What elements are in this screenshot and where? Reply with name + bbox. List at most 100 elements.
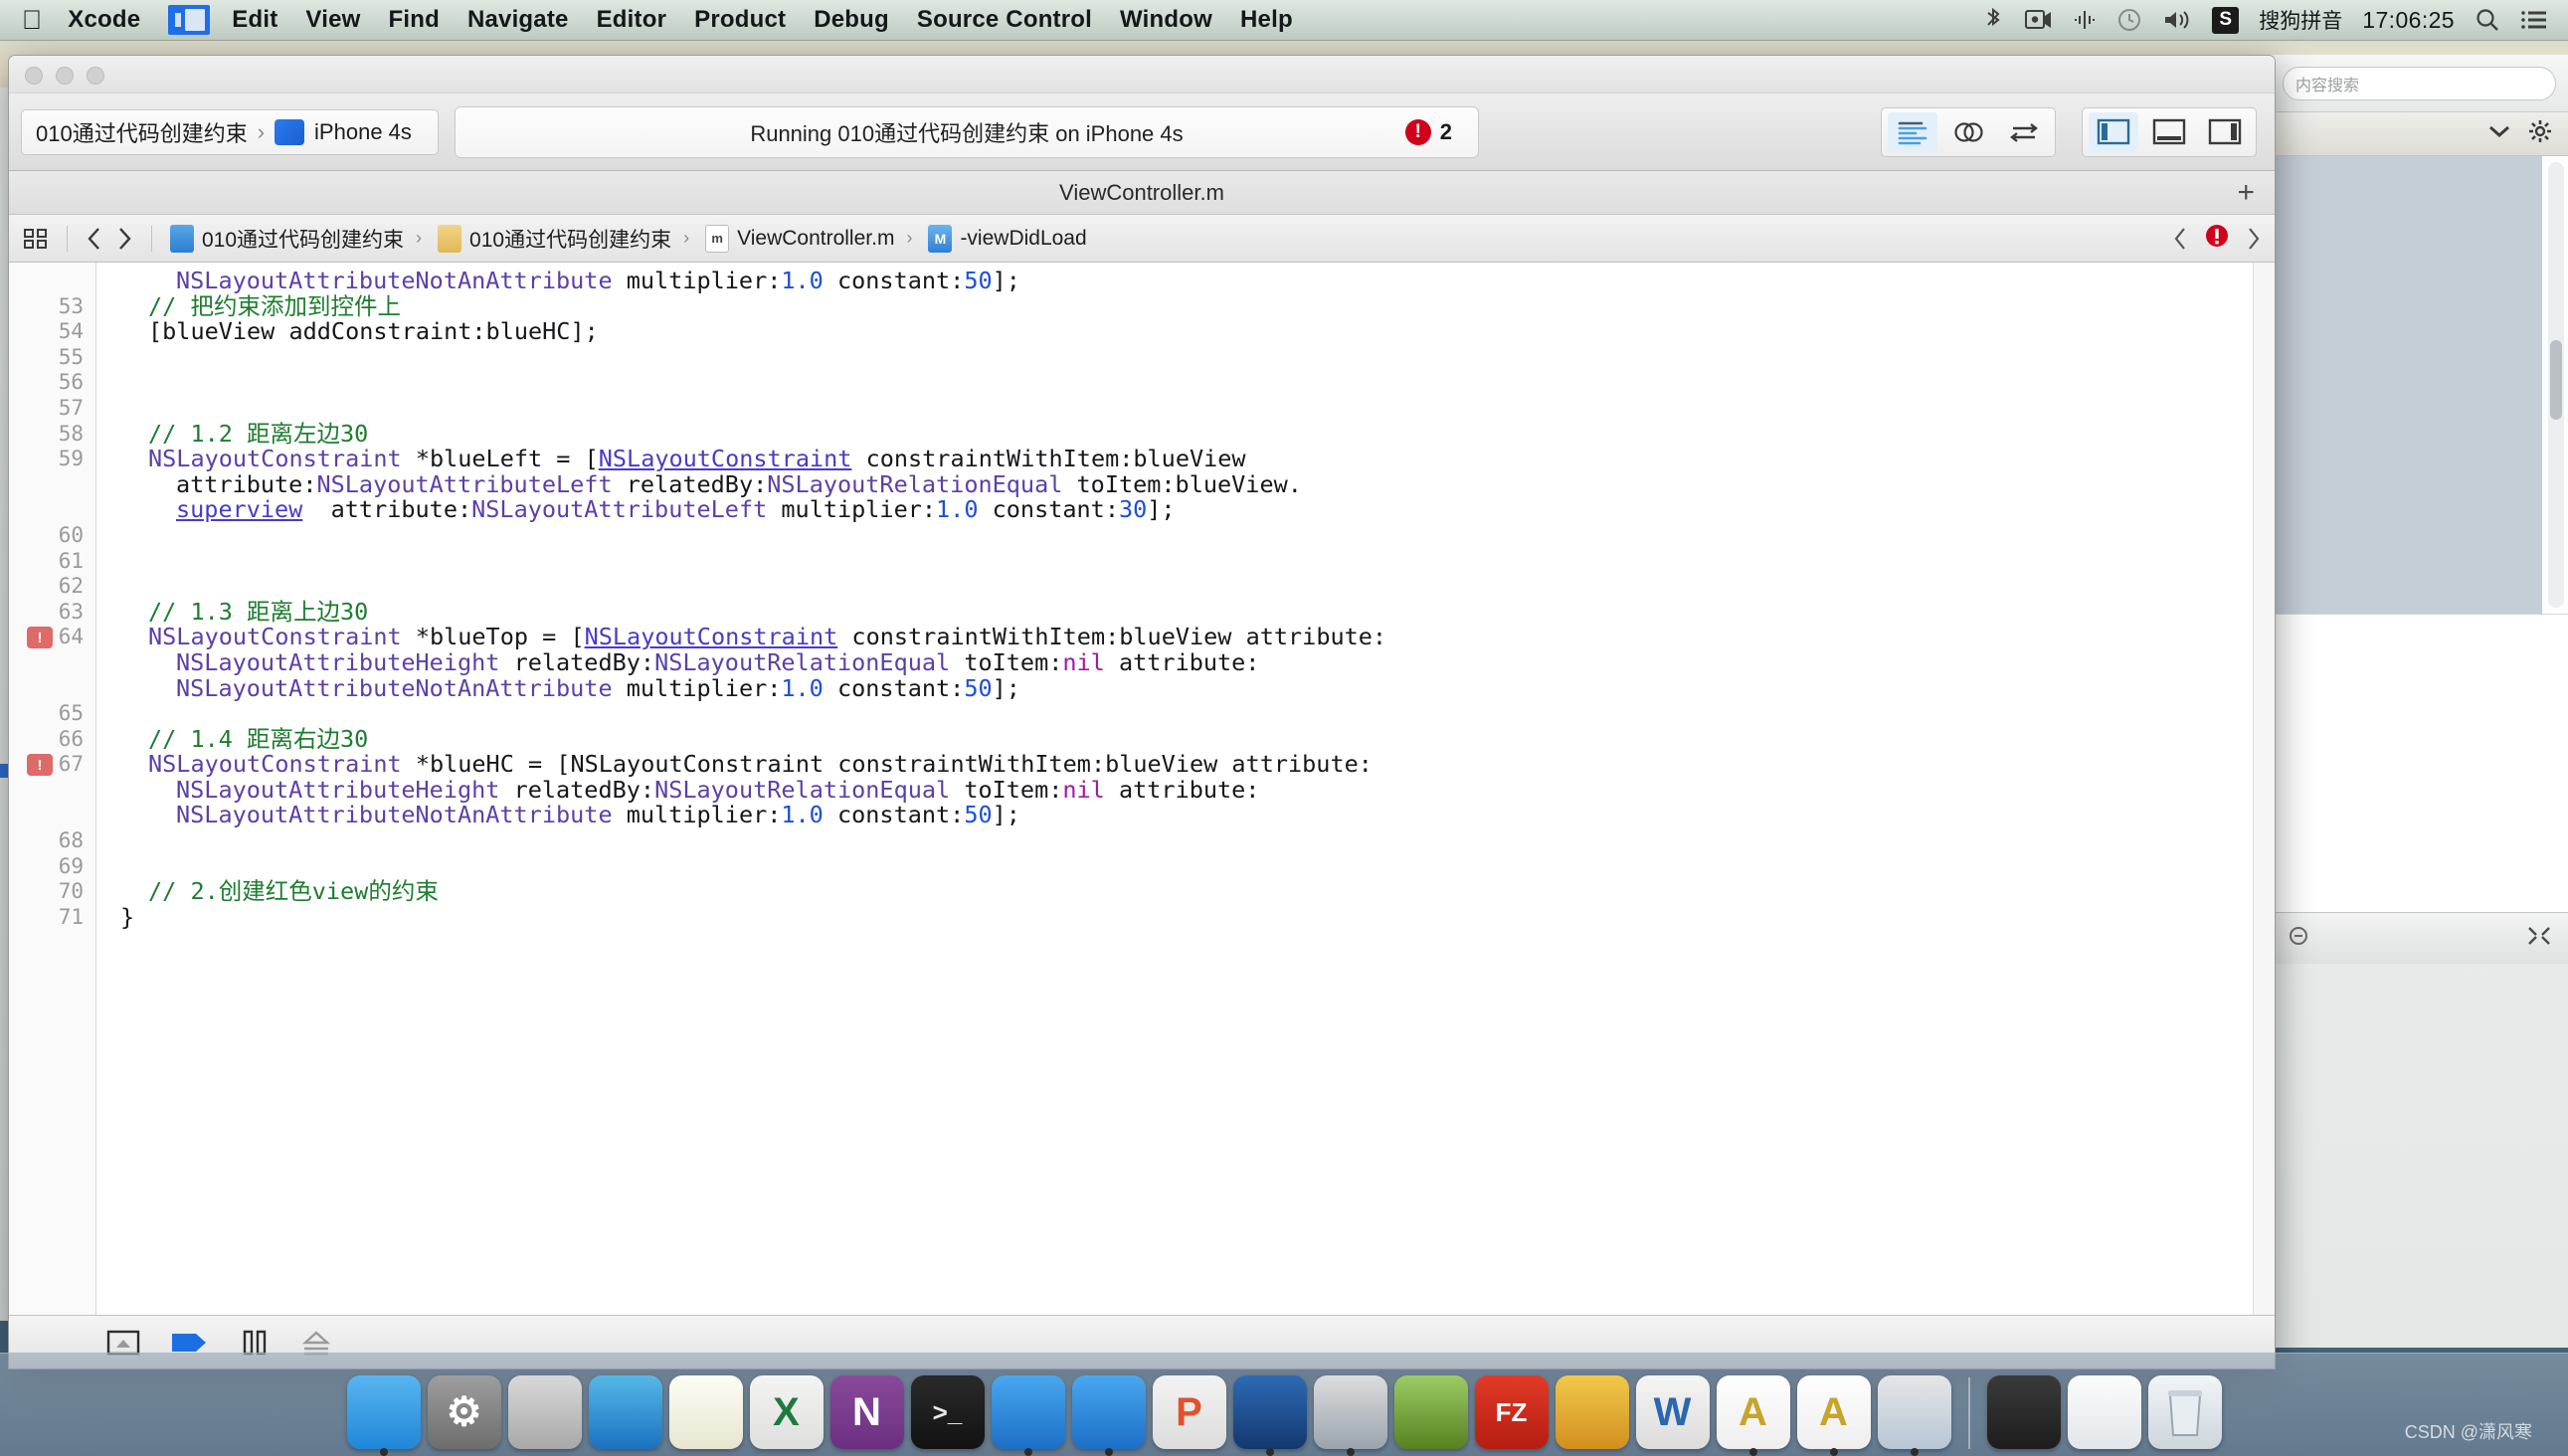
dock-item-font-book-2[interactable]: A (1796, 1375, 1871, 1456)
menu-item-debug[interactable]: Debug (814, 6, 889, 34)
scheme-selector[interactable]: 010通过代码创建约束 › iPhone 4s (21, 108, 439, 155)
dock-item-safari[interactable] (588, 1375, 662, 1449)
background-window[interactable]: 内容搜索 (2270, 55, 2568, 1348)
menu-item-xcode[interactable]: Xcode (68, 6, 140, 34)
dock-item-pdf-reader[interactable]: P (1152, 1375, 1226, 1449)
standard-editor-icon[interactable] (1888, 111, 1937, 152)
previous-issue-button[interactable] (2173, 227, 2189, 251)
minimize-button[interactable] (56, 67, 74, 85)
next-issue-button[interactable] (2245, 227, 2261, 251)
dock-item-photo-viewer[interactable] (1393, 1375, 1468, 1449)
debug-area-toggle-icon[interactable] (2144, 112, 2194, 152)
issue-error-icon[interactable] (2203, 222, 2231, 256)
close-button[interactable] (25, 67, 43, 85)
xcode-app-icon[interactable] (168, 5, 211, 35)
menu-item-product[interactable]: Product (694, 6, 786, 34)
menu-item-navigate[interactable]: Navigate (467, 6, 569, 34)
zoom-button[interactable] (87, 67, 104, 85)
source-editor[interactable]: 53 54 55 56 57 58 59 60 61 62 63 64! 65 66 67! 68 69 70 71… (9, 263, 2275, 1315)
dock-item-glyph: P (1176, 1389, 1202, 1434)
dock-item-xcode[interactable] (991, 1375, 1065, 1456)
apple-menu-icon[interactable]:  (22, 6, 42, 34)
related-items-icon[interactable] (23, 227, 49, 251)
dock-item-video-converter[interactable] (1313, 1375, 1387, 1456)
dock-item-finder[interactable] (346, 1375, 421, 1456)
menu-item-help[interactable]: Help (1240, 6, 1293, 34)
dock-item-documents-stack[interactable] (2067, 1375, 2141, 1449)
breadcrumb-file[interactable]: m ViewController.m › (705, 224, 916, 253)
expand-icon[interactable] (2526, 925, 2552, 953)
divider (151, 225, 152, 252)
minus-icon[interactable] (2287, 924, 2310, 954)
menu-clock[interactable]: 17:06:25 (2362, 7, 2455, 34)
menu-item-window[interactable]: Window (1120, 6, 1212, 34)
airdrop-icon[interactable] (2073, 8, 2097, 32)
editor-right-rail[interactable] (2253, 263, 2275, 1315)
code-line: // 1.3 距离上边30 (96, 599, 2253, 626)
dock-item-microsoft-excel[interactable]: X (749, 1375, 824, 1449)
toolbar-right-controls (1881, 106, 2257, 157)
macos-dock: ⚙ X N >_ P FZ W A A (0, 1353, 2568, 1456)
input-method-badge[interactable]: S (2212, 6, 2240, 34)
chevron-right-icon: › (906, 228, 913, 248)
line-number: 58 (58, 421, 84, 446)
breadcrumb-method[interactable]: M -viewDidLoad (928, 224, 1087, 253)
utilities-toggle-icon[interactable] (2200, 112, 2250, 152)
error-marker[interactable]: ! (27, 627, 53, 649)
line-number: 68 (58, 828, 84, 853)
breadcrumb-project[interactable]: 010通过代码创建约束 › (170, 224, 426, 254)
dock-item-launchpad[interactable] (507, 1375, 582, 1449)
menu-item-find[interactable]: Find (388, 6, 439, 34)
search-icon[interactable] (2475, 7, 2500, 33)
issue-badge[interactable]: ! 2 (1404, 118, 1452, 145)
destination-name[interactable]: iPhone 4s (314, 119, 412, 145)
code-token: NSLayoutRelationEqual (654, 647, 951, 676)
dock-item-filezilla[interactable]: FZ (1474, 1375, 1549, 1449)
volume-icon[interactable] (2162, 8, 2192, 32)
dock-item-font-book[interactable]: A (1716, 1375, 1790, 1456)
list-menu-icon[interactable] (2520, 8, 2548, 32)
screen-record-icon[interactable] (2025, 9, 2053, 31)
input-method-label[interactable]: 搜狗拼音 (2259, 5, 2342, 35)
menu-item-editor[interactable]: Editor (597, 6, 667, 34)
dock-item-glyph: A (1739, 1389, 1767, 1434)
menu-item-view[interactable]: View (305, 6, 360, 34)
error-marker[interactable]: ! (27, 754, 53, 777)
back-button[interactable] (86, 226, 103, 252)
scheme-name[interactable]: 010通过代码创建约束 (36, 116, 248, 148)
code-text-area[interactable]: NSLayoutAttributeNotAnAttribute multipli… (96, 263, 2253, 1315)
code-token: } (120, 902, 135, 931)
add-editor-button[interactable]: + (2237, 177, 2255, 208)
dock-item-xcode-beta[interactable] (1071, 1375, 1146, 1456)
dock-item-terminal[interactable]: >_ (910, 1375, 985, 1449)
menu-item-edit[interactable]: Edit (232, 6, 277, 34)
background-window-scrollbar[interactable] (2548, 162, 2564, 608)
version-editor-icon[interactable] (1999, 112, 2049, 152)
dock-item-notes[interactable] (668, 1375, 743, 1449)
folder-icon (438, 224, 462, 253)
dock-item-preview[interactable] (1877, 1375, 1951, 1456)
breadcrumb-folder[interactable]: 010通过代码创建约束 › (438, 224, 693, 254)
assistant-editor-icon[interactable] (1943, 112, 1993, 152)
menu-item-source-control[interactable]: Source Control (917, 6, 1092, 34)
dock-item-downloads-stack[interactable] (1986, 1375, 2061, 1449)
dock-item-glyph: ⚙ (446, 1390, 482, 1434)
breadcrumb-label: 010通过代码创建约束 (202, 228, 405, 252)
code-token: constraintWithItem:blueView (851, 445, 1246, 473)
gear-icon[interactable] (2528, 119, 2552, 149)
background-search-input[interactable]: 内容搜索 (2283, 66, 2556, 100)
code-token: constant: (823, 267, 965, 294)
bluetooth-icon[interactable] (1981, 7, 2005, 33)
dock-item-system-preferences[interactable]: ⚙ (427, 1375, 501, 1449)
dock-item-glyph: A (1819, 1389, 1848, 1434)
chevron-down-icon[interactable] (2486, 122, 2512, 145)
forward-button[interactable] (115, 226, 133, 252)
navigator-toggle-icon[interactable] (2089, 111, 2138, 152)
dock-item-microsoft-word[interactable]: W (1635, 1375, 1710, 1449)
dock-item-trash[interactable] (2147, 1375, 2222, 1449)
dock-item-paint[interactable] (1555, 1375, 1629, 1449)
time-machine-icon[interactable] (2116, 7, 2142, 33)
dock-item-snipping-tool[interactable] (1232, 1375, 1307, 1456)
dock-item-microsoft-onenote[interactable]: N (829, 1375, 904, 1449)
